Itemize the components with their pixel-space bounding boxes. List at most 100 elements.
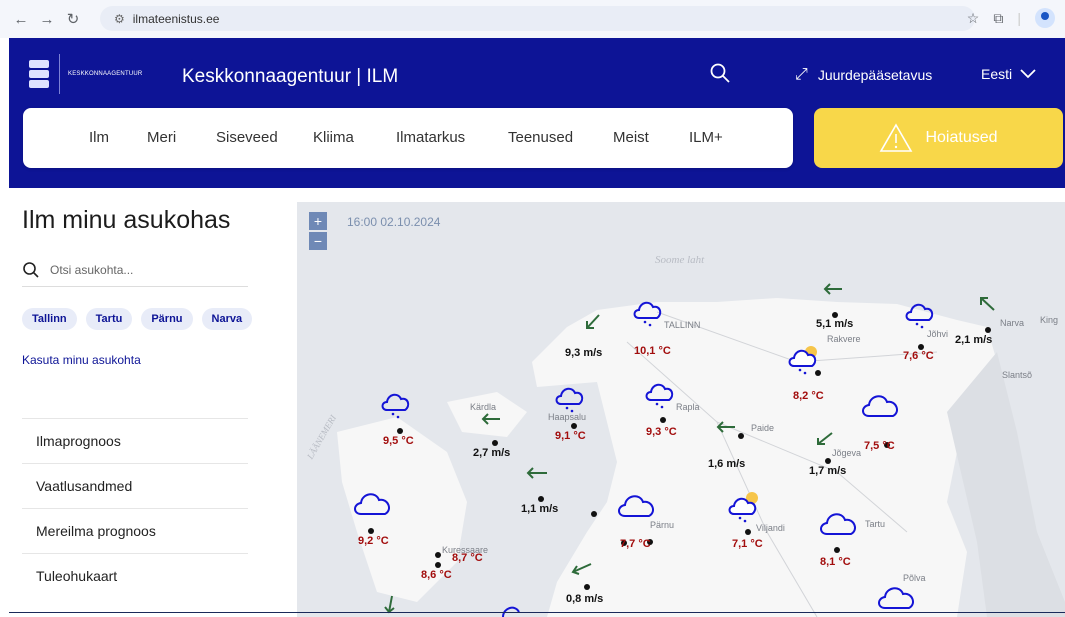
temperature-label: 10,1 °C (634, 345, 671, 357)
url-text: ilmateenistus.ee (132, 11, 220, 26)
temperature-label: 7,5 °C (864, 440, 895, 452)
place-label: Pärnu (650, 520, 675, 530)
cloud-rain-icon (905, 303, 934, 329)
cloud-icon (502, 606, 520, 617)
station-dot (815, 370, 821, 376)
wind-speed-label: 1,7 m/s (809, 465, 847, 477)
wind-speed-label: 1,1 m/s (521, 503, 559, 515)
site-settings-icon[interactable]: ⚙ (114, 12, 125, 26)
use-my-location-link[interactable]: Kasuta minu asukohta (22, 353, 141, 367)
city-chip-tallinn[interactable]: Tallinn (22, 308, 77, 330)
toolbar-divider: | (1017, 10, 1021, 26)
cloud-icon (618, 495, 654, 517)
wind-arrow-icon (980, 297, 995, 311)
place-label: Jõhvi (927, 329, 949, 339)
temperature-label: 7,6 °C (903, 350, 934, 362)
address-bar[interactable]: ⚙ ilmateenistus.ee (100, 6, 975, 31)
menu-item-ilm[interactable]: Ilm (89, 129, 109, 146)
weather-map[interactable]: + − 16:00 02.10.2024 Soome laht LÄÄNEMER… (297, 202, 1065, 617)
accessibility-label: Juurdepääsetavus (817, 67, 933, 83)
back-icon[interactable]: ← (8, 11, 34, 28)
station-dot (492, 440, 498, 446)
profile-avatar-icon[interactable] (1035, 8, 1055, 28)
wind-speed-label: 2,7 m/s (473, 447, 511, 459)
city-chip-narva[interactable]: Narva (201, 308, 253, 330)
menu-item-siseveed[interactable]: Siseveed (216, 129, 278, 146)
reload-icon[interactable]: ↻ (60, 10, 86, 28)
menu-item-kliima[interactable]: Kliima (313, 129, 354, 146)
menu-item-teenused[interactable]: Teenused (508, 129, 573, 146)
forward-icon[interactable]: → (34, 11, 60, 28)
page-divider (9, 612, 1065, 613)
extensions-icon[interactable]: ⧉ (993, 10, 1003, 27)
menu-item-meist[interactable]: Meist (613, 129, 649, 146)
station-dot (825, 458, 831, 464)
temperature-label: 9,5 °C (383, 435, 414, 447)
location-search-input[interactable]: Otsi asukohta... (22, 254, 248, 287)
place-label: Tartu (865, 519, 886, 529)
city-shortcuts: Tallinn Tartu Pärnu Narva (22, 308, 253, 330)
station-dot (591, 511, 597, 517)
expand-arrows-icon: ⤢ (795, 66, 808, 83)
agency-logo[interactable]: KESKKONNAAGENTUUR (29, 54, 142, 94)
cloud-icon (878, 587, 914, 609)
main-menu: Ilm Meri Siseveed Kliima Ilmatarkus Teen… (23, 108, 793, 168)
station-dot (834, 547, 840, 553)
menu-item-meri[interactable]: Meri (147, 129, 176, 146)
map-timestamp: 16:00 02.10.2024 (347, 215, 441, 229)
place-label: Rakvere (827, 334, 861, 344)
station-dot (985, 327, 991, 333)
zoom-out-button[interactable]: − (309, 232, 327, 250)
sea-label: Soome laht (655, 254, 705, 266)
search-icon[interactable] (709, 62, 731, 84)
cloud-rain-icon (633, 301, 662, 327)
city-chip-tartu[interactable]: Tartu (85, 308, 133, 330)
cloud-rain-icon (381, 393, 410, 419)
station-dot (584, 584, 590, 590)
wind-arrow-icon (823, 283, 842, 295)
menu-item-ilmatarkus[interactable]: Ilmatarkus (396, 129, 465, 146)
cloud-rain-icon (645, 383, 674, 409)
bookmark-star-icon[interactable]: ☆ (967, 10, 980, 27)
wind-arrow-icon (481, 413, 500, 425)
browser-toolbar: ← → ↻ ⚙ ilmateenistus.ee ☆ ⧉ | (0, 0, 1065, 38)
chevron-down-icon (1020, 69, 1036, 79)
place-label: King (1040, 315, 1059, 325)
coat-of-arms-icon (29, 58, 53, 90)
station-dot (435, 552, 441, 558)
place-label: TALLINN (664, 320, 701, 330)
station-dot (660, 417, 666, 423)
side-nav-mereilma-prognoos[interactable]: Mereilma prognoos (22, 508, 248, 553)
cloud-icon (820, 513, 856, 535)
zoom-in-button[interactable]: + (309, 212, 327, 230)
temperature-label: 7,1 °C (732, 538, 763, 550)
search-icon (23, 262, 39, 278)
station-dot (397, 428, 403, 434)
warning-triangle-icon (880, 123, 913, 152)
temperature-label: 7,7 °C (620, 538, 651, 550)
city-chip-parnu[interactable]: Pärnu (141, 308, 193, 330)
wind-arrow-icon (384, 595, 395, 614)
wind-speed-label: 9,3 m/s (565, 347, 603, 359)
cloud-icon (354, 493, 390, 515)
station-dot (368, 528, 374, 534)
cloud-rain-icon (555, 387, 584, 413)
site-title[interactable]: Keskkonnaagentuur | ILM (182, 66, 398, 88)
side-nav-ilmaprognoos[interactable]: Ilmaprognoos (22, 418, 248, 463)
accessibility-button[interactable]: ⤢ Juurdepääsetavus (795, 66, 932, 84)
temperature-label: 8,7 °C (452, 552, 483, 564)
cloud-icon (862, 395, 898, 417)
side-nav-tuleohukaart[interactable]: Tuleohukaart (22, 553, 248, 598)
temperature-label: 8,1 °C (820, 556, 851, 568)
warnings-button[interactable]: Hoiatused (814, 108, 1063, 168)
zoom-controls: + − (309, 212, 327, 252)
language-selector[interactable]: Eesti (981, 66, 1036, 82)
wind-arrow-icon (571, 563, 592, 575)
wind-speed-label: 5,1 m/s (816, 318, 854, 330)
station-dot (538, 496, 544, 502)
temperature-label: 8,2 °C (793, 390, 824, 402)
station-dot (435, 562, 441, 568)
side-nav-vaatlusandmed[interactable]: Vaatlusandmed (22, 463, 248, 508)
place-label: Jõgeva (832, 448, 862, 458)
menu-item-ilm-plus[interactable]: ILM+ (689, 129, 723, 146)
